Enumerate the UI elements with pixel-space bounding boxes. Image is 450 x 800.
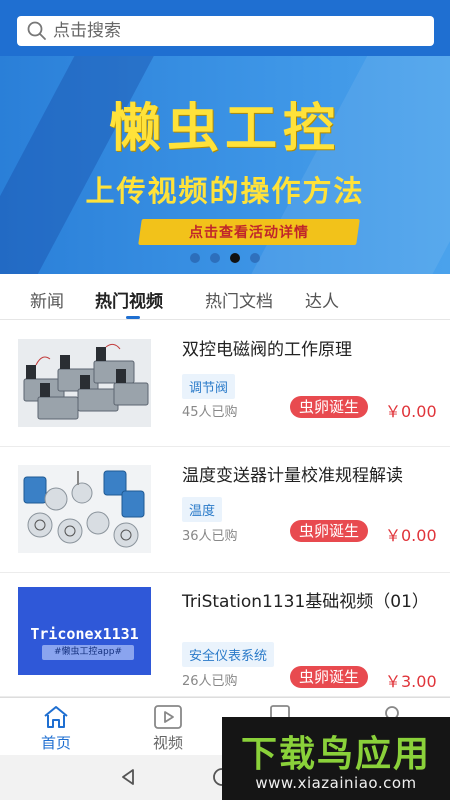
list-item[interactable]: Triconex1131 #懒虫工控app# TriStation1131基础视…: [0, 573, 450, 697]
carousel-dot[interactable]: [250, 253, 260, 263]
list-item[interactable]: 双控电磁阀的工作原理 调节阀 45人已购 虫卵诞生 ￥0.00: [0, 321, 450, 447]
top-bar: [0, 0, 450, 56]
search-input[interactable]: [53, 21, 413, 41]
item-price: ￥0.00: [385, 402, 437, 421]
search-icon: [27, 21, 46, 40]
home-icon: [44, 706, 68, 728]
nav-video-label: 视频: [152, 734, 183, 752]
video-icon: [154, 705, 182, 729]
carousel-dot-active[interactable]: [230, 253, 240, 263]
back-icon[interactable]: [118, 767, 138, 787]
item-title[interactable]: TriStation1131基础视频（01）: [182, 589, 437, 615]
carousel-indicator: [0, 253, 450, 263]
item-title[interactable]: 双控电磁阀的工作原理: [182, 337, 437, 363]
watermark-title: 下载鸟应用: [240, 734, 431, 775]
watermark-logo: 下载鸟应用 www.xiazainiao.com: [222, 717, 450, 800]
promo-banner[interactable]: 懒虫工控 上传视频的操作方法 点击查看活动详情: [0, 56, 450, 274]
carousel-dot[interactable]: [210, 253, 220, 263]
item-tag[interactable]: 温度: [182, 497, 223, 522]
banner-cta-button[interactable]: 点击查看活动详情: [138, 219, 360, 245]
tab-experts[interactable]: 达人: [305, 287, 339, 312]
item-tag[interactable]: 调节阀: [182, 374, 236, 399]
nav-video[interactable]: 视频: [138, 704, 198, 753]
thumbnail-subtitle: #懒虫工控app#: [42, 645, 134, 660]
banner-cta-label: 点击查看活动详情: [189, 225, 309, 241]
nav-home-label: 首页: [40, 734, 71, 752]
banner-subtitle: 上传视频的操作方法: [85, 174, 365, 208]
item-sold-count: 36人已购: [182, 529, 238, 544]
carousel-dot[interactable]: [190, 253, 200, 263]
solenoid-valves-thumbnail: [18, 339, 151, 427]
item-sold-count: 45人已购: [182, 405, 238, 420]
item-price: ￥0.00: [385, 526, 437, 545]
tab-hot-documents[interactable]: 热门文档: [205, 287, 273, 312]
item-badge: 虫卵诞生: [290, 666, 369, 688]
triconex-thumbnail: Triconex1131 #懒虫工控app#: [18, 587, 151, 675]
item-price: ￥3.00: [385, 672, 437, 691]
thumbnail-title: Triconex1131: [30, 625, 139, 643]
search-box[interactable]: [17, 16, 434, 46]
item-badge: 虫卵诞生: [290, 396, 369, 418]
banner-title: 懒虫工控: [108, 98, 341, 159]
watermark-url: www.xiazainiao.com: [255, 774, 417, 792]
active-tab-indicator: [126, 316, 140, 319]
list-item[interactable]: 温度变送器计量校准规程解读 温度 36人已购 虫卵诞生 ￥0.00: [0, 447, 450, 573]
item-title[interactable]: 温度变送器计量校准规程解读: [182, 463, 437, 489]
item-badge: 虫卵诞生: [290, 520, 369, 542]
tab-news[interactable]: 新闻: [30, 287, 64, 312]
item-tag[interactable]: 安全仪表系统: [182, 642, 275, 667]
category-tabs: 新闻 热门视频 热门文档 达人: [0, 274, 450, 320]
tab-hot-videos[interactable]: 热门视频: [95, 287, 163, 312]
nav-home[interactable]: 首页: [26, 704, 86, 753]
item-sold-count: 26人已购: [182, 674, 238, 689]
temperature-transmitters-thumbnail: [18, 465, 151, 553]
